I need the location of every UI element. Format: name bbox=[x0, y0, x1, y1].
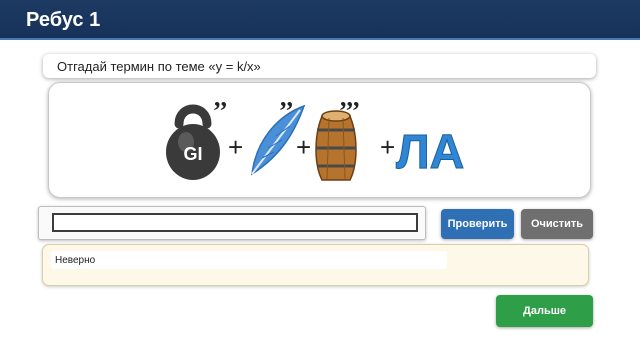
question-box: Отгадай термин по теме «y = k/x» bbox=[43, 54, 596, 78]
rebus-commas-3: ,,, bbox=[340, 86, 360, 112]
page-title: Ребус 1 bbox=[26, 9, 101, 31]
rebus-plus-3: + bbox=[380, 132, 395, 162]
rebus-plus-1: + bbox=[228, 132, 243, 162]
rebus-commas-2: ,, bbox=[280, 86, 293, 112]
rebus-image: GI ,, + ,, + ,,, + ЛА bbox=[166, 86, 465, 181]
kettlebell-icon: GI bbox=[166, 104, 220, 180]
check-button[interactable]: Проверить bbox=[441, 209, 514, 239]
rebus-commas-1: ,, bbox=[214, 86, 227, 112]
feedback-text-area bbox=[51, 251, 447, 269]
clear-button[interactable]: Очистить bbox=[521, 209, 593, 239]
answer-input[interactable] bbox=[52, 213, 418, 232]
next-button[interactable]: Дальше bbox=[496, 295, 593, 327]
rebus-ending-text: ЛА bbox=[396, 126, 464, 179]
kettlebell-label: GI bbox=[183, 144, 202, 164]
feedback-text: Неверно bbox=[55, 255, 96, 266]
rebus-plus-2: + bbox=[296, 132, 311, 162]
question-text: Отгадай термин по теме «y = k/x» bbox=[57, 59, 261, 74]
barrel-icon bbox=[315, 110, 357, 181]
header-bar: Ребус 1 bbox=[0, 0, 640, 40]
feedback-panel: Неверно bbox=[42, 244, 589, 286]
